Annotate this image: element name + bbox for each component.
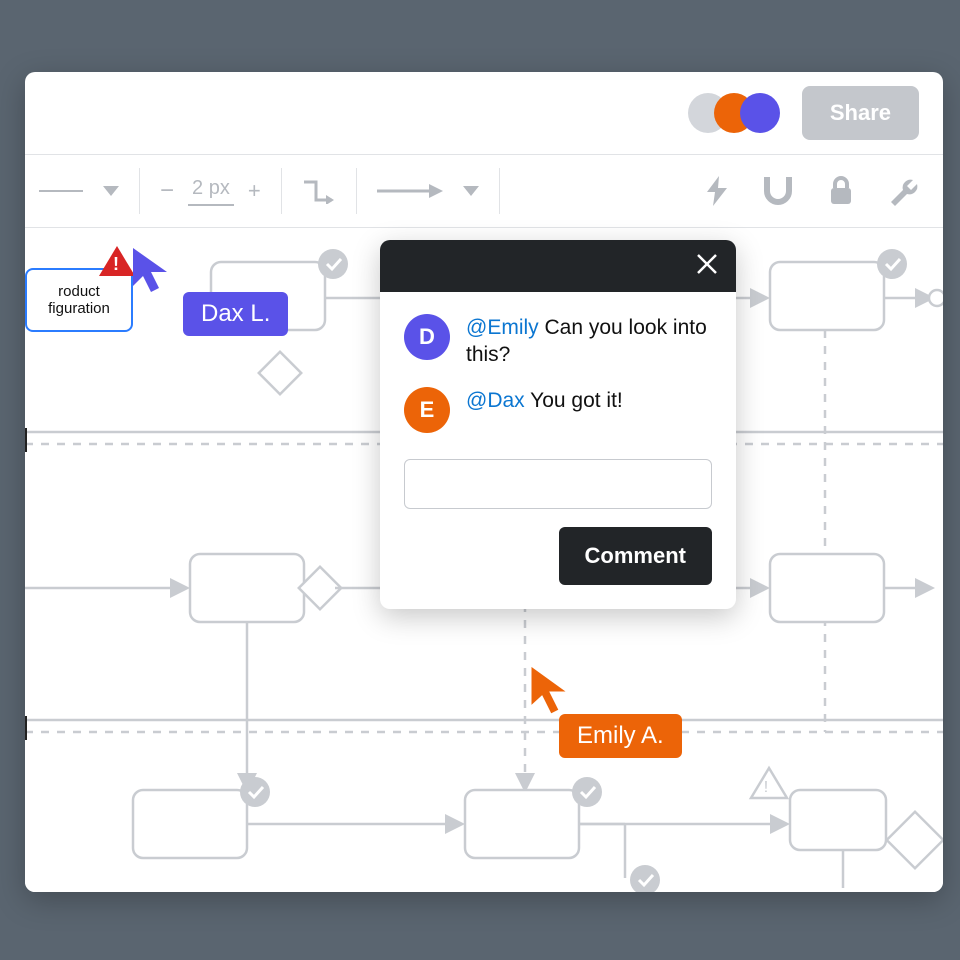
- cursor-label-dax: Dax L.: [183, 292, 288, 336]
- magnet-icon[interactable]: [763, 177, 793, 205]
- lock-icon[interactable]: [829, 176, 853, 206]
- wrench-icon[interactable]: [889, 176, 919, 206]
- stroke-width-stepper[interactable]: − 2 px +: [160, 177, 261, 206]
- divider: [281, 168, 282, 214]
- comment-input[interactable]: [404, 459, 712, 509]
- selected-node[interactable]: roduct figuration: [25, 268, 133, 332]
- cursor-icon: [529, 664, 575, 716]
- popup-body: D @Emily Can you look into this? E @Dax …: [380, 292, 736, 527]
- chevron-down-icon[interactable]: [463, 186, 479, 196]
- plus-icon[interactable]: +: [248, 178, 261, 204]
- lightning-icon[interactable]: [707, 176, 727, 206]
- share-button[interactable]: Share: [802, 86, 919, 140]
- chevron-down-icon[interactable]: [103, 186, 119, 196]
- toolbar: − 2 px +: [25, 154, 943, 228]
- mention[interactable]: @Emily: [466, 316, 539, 339]
- line-style-solid[interactable]: [39, 190, 83, 192]
- comment-button[interactable]: Comment: [559, 527, 712, 585]
- divider: [139, 168, 140, 214]
- canvas[interactable]: ! roduct figuration Dax L. Emily: [25, 228, 943, 892]
- comment-popup: D @Emily Can you look into this? E @Dax …: [380, 240, 736, 609]
- arrow-right-icon[interactable]: [377, 184, 443, 198]
- comment-text: @Emily Can you look into this?: [466, 314, 712, 369]
- cursor-icon: [131, 246, 175, 294]
- elbow-connector-icon[interactable]: [302, 178, 336, 204]
- node-label: roduct figuration: [48, 283, 110, 318]
- comment-row: E @Dax You got it!: [404, 387, 712, 433]
- stroke-width-value[interactable]: 2 px: [188, 177, 234, 206]
- comment-text: @Dax You got it!: [466, 387, 623, 433]
- svg-text:!: !: [764, 779, 768, 796]
- header: Share: [25, 72, 943, 154]
- presence-avatars: [688, 93, 780, 133]
- cursor-label-emily: Emily A.: [559, 714, 682, 758]
- alert-icon: [99, 246, 135, 276]
- avatar: E: [404, 387, 450, 433]
- comment-row: D @Emily Can you look into this?: [404, 314, 712, 369]
- mention[interactable]: @Dax: [466, 389, 525, 412]
- app-window: Share − 2 px +: [25, 72, 943, 892]
- close-icon[interactable]: [696, 253, 718, 280]
- avatar: D: [404, 314, 450, 360]
- divider: [356, 168, 357, 214]
- divider: [499, 168, 500, 214]
- presence-dot[interactable]: [740, 93, 780, 133]
- minus-icon[interactable]: −: [160, 177, 174, 205]
- popup-header: [380, 240, 736, 292]
- popup-footer: Comment: [380, 527, 736, 609]
